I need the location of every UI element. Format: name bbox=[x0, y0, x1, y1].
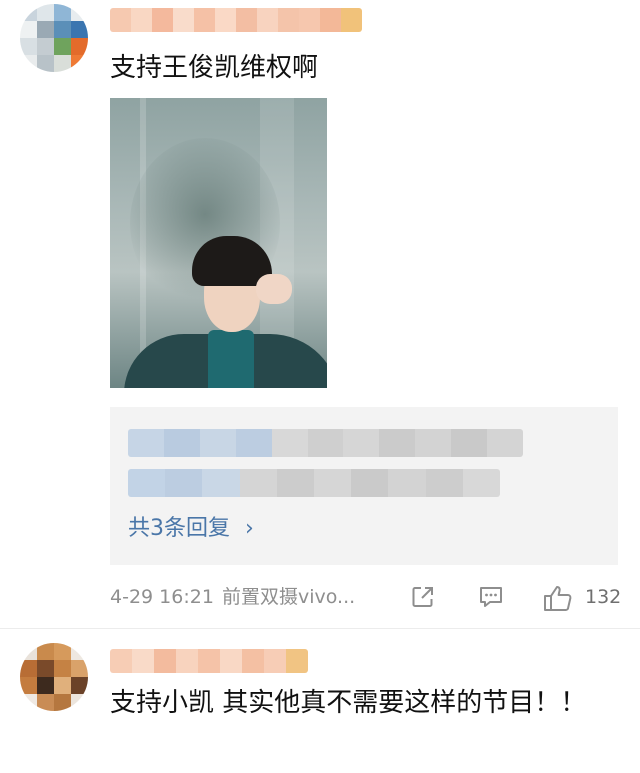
reply-line-blurred bbox=[128, 469, 500, 497]
view-replies-link[interactable]: 共3条回复 › bbox=[128, 513, 254, 545]
chevron-right-icon: › bbox=[245, 516, 254, 541]
like-icon[interactable] bbox=[543, 584, 573, 612]
avatar[interactable] bbox=[20, 643, 88, 711]
comment-item: 支持小凯 其实他真不需要这样的节目！！ bbox=[0, 628, 640, 773]
comment-item: 支持王俊凯维权啊 共3条回复 › 4-29 16:21 前置双摄vivo... bbox=[0, 0, 640, 628]
reply-count-label: 共3条回复 bbox=[128, 516, 230, 541]
reply-preview-box[interactable]: 共3条回复 › bbox=[110, 407, 618, 565]
username-blurred[interactable] bbox=[110, 649, 308, 673]
device-label: 前置双摄vivo... bbox=[222, 586, 356, 608]
like-count: 132 bbox=[585, 586, 622, 608]
comment-photo[interactable] bbox=[110, 98, 327, 388]
reply-line-blurred bbox=[128, 429, 523, 457]
username-blurred[interactable] bbox=[110, 8, 362, 32]
avatar[interactable] bbox=[20, 4, 88, 72]
photo-shirt bbox=[208, 330, 254, 388]
comment-meta: 4-29 16:21 前置双摄vivo... 132 bbox=[110, 580, 622, 614]
share-icon[interactable] bbox=[410, 584, 436, 610]
photo-hand bbox=[256, 274, 292, 304]
comment-text: 支持小凯 其实他真不需要这样的节目！！ bbox=[110, 688, 587, 718]
comment-text: 支持王俊凯维权啊 bbox=[110, 53, 319, 83]
timestamp: 4-29 16:21 bbox=[110, 586, 214, 608]
comment-icon[interactable] bbox=[478, 584, 504, 610]
